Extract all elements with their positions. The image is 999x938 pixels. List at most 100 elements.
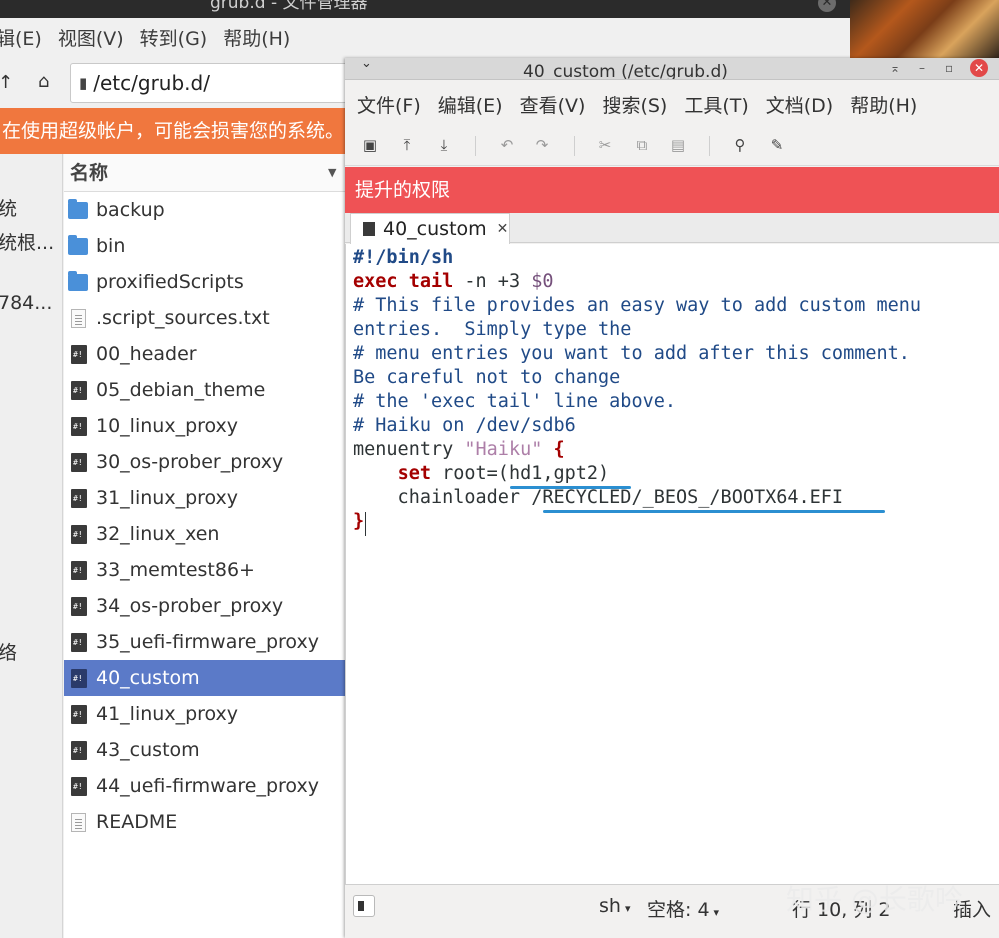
file-name: 10_linux_proxy bbox=[96, 415, 239, 437]
file-row[interactable]: backup bbox=[64, 192, 346, 228]
sidebar-item-2[interactable]: 统根... bbox=[0, 228, 54, 255]
download-icon[interactable]: ⤓ bbox=[434, 135, 454, 155]
search-icon[interactable]: ⚲ bbox=[730, 135, 750, 155]
redo-icon[interactable]: ↷ bbox=[532, 135, 552, 155]
script-file-icon bbox=[71, 524, 87, 544]
file-name: 33_memtest86+ bbox=[96, 559, 255, 581]
script-file-icon bbox=[71, 560, 87, 580]
menu-search[interactable]: 搜索(S) bbox=[602, 91, 667, 118]
file-name: 32_linux_xen bbox=[96, 523, 220, 545]
file-row[interactable]: 10_linux_proxy bbox=[64, 408, 346, 444]
file-row[interactable]: 41_linux_proxy bbox=[64, 696, 346, 732]
sort-down-icon: ▼ bbox=[328, 166, 337, 179]
up-arrow-icon[interactable]: ↑ bbox=[0, 72, 13, 93]
copy-icon[interactable]: ⧉ bbox=[632, 135, 652, 155]
folder-icon bbox=[68, 234, 88, 255]
code-editor[interactable]: #!/bin/sh exec tail -n +3 $0 # This file… bbox=[345, 244, 999, 884]
file-row[interactable]: bin bbox=[64, 228, 346, 264]
column-header-name[interactable]: 名称 ▼ bbox=[64, 154, 346, 192]
new-file-icon[interactable]: ▣ bbox=[360, 135, 380, 155]
file-name: bin bbox=[96, 235, 126, 257]
file-row[interactable]: 44_uefi-firmware_proxy bbox=[64, 768, 346, 804]
home-icon[interactable]: ⌂ bbox=[38, 71, 49, 92]
file-row[interactable]: 31_linux_proxy bbox=[64, 480, 346, 516]
text-editor-window: ⌄ 40_custom (/etc/grub.d) ⌅ – ▫ ✕ 文件(F) … bbox=[345, 58, 999, 938]
file-row[interactable]: 35_uefi-firmware_proxy bbox=[64, 624, 346, 660]
file-row[interactable]: 43_custom bbox=[64, 732, 346, 768]
menu-edit[interactable]: 辑(E) bbox=[0, 24, 50, 51]
file-name: 05_debian_theme bbox=[96, 379, 266, 401]
location-path: /etc/grub.d/ bbox=[93, 71, 210, 95]
code-line-9: chainloader /RECYCLED/_BEOS_/BOOTX64.EFI bbox=[353, 487, 844, 508]
root-underline-mark bbox=[510, 486, 631, 489]
menu-file[interactable]: 文件(F) bbox=[357, 91, 421, 118]
editor-toolbar: ▣ ⤒ ⤓ ↶ ↷ ✂ ⧉ ▤ ⚲ ✎ bbox=[345, 126, 999, 166]
upload-icon[interactable]: ⤒ bbox=[397, 135, 417, 155]
fm-sidebar: 统 统根... 784... 络 bbox=[0, 154, 63, 938]
file-name: backup bbox=[96, 199, 165, 221]
menu-documents[interactable]: 文档(D) bbox=[766, 91, 833, 118]
menu-view[interactable]: 查看(V) bbox=[520, 91, 586, 118]
undo-icon[interactable]: ↶ bbox=[497, 135, 517, 155]
find-replace-icon[interactable]: ✎ bbox=[767, 135, 787, 155]
menu-help[interactable]: 帮助(H) bbox=[215, 24, 298, 51]
paste-icon[interactable]: ▤ bbox=[668, 135, 688, 155]
caret-down-icon: ▾ bbox=[624, 902, 631, 915]
maximize-icon[interactable]: ▫ bbox=[945, 61, 953, 75]
toolbar-separator bbox=[475, 136, 476, 156]
script-file-icon bbox=[71, 416, 87, 436]
script-file-icon bbox=[71, 704, 87, 724]
file-name: 43_custom bbox=[96, 739, 200, 761]
close-icon[interactable]: ✕ bbox=[818, 0, 836, 12]
file-name: 40_custom bbox=[96, 667, 200, 689]
script-file-icon bbox=[71, 344, 87, 364]
folder-icon bbox=[68, 198, 88, 219]
text-file-icon bbox=[71, 812, 86, 832]
sidebar-item-3[interactable]: 784... bbox=[0, 292, 52, 314]
script-file-icon bbox=[71, 488, 87, 508]
code-line-6: # Haiku on /dev/sdb6 bbox=[353, 415, 576, 436]
file-row[interactable]: 32_linux_xen bbox=[64, 516, 346, 552]
chevron-down-icon[interactable]: ⌄ bbox=[361, 58, 372, 71]
watermark: 知乎 @长歌吟 bbox=[786, 883, 963, 916]
script-file-icon bbox=[71, 452, 87, 472]
elevated-privileges-bar: 提升的权限 bbox=[345, 167, 999, 213]
file-row[interactable]: README bbox=[64, 804, 346, 840]
location-bar[interactable]: ▮ /etc/grub.d/ bbox=[70, 63, 360, 103]
file-row[interactable]: 33_memtest86+ bbox=[64, 552, 346, 588]
close-icon[interactable]: ✕ bbox=[497, 221, 509, 237]
code-line-1: #!/bin/sh bbox=[353, 247, 454, 268]
side-panel-toggle-icon[interactable] bbox=[353, 895, 375, 917]
editor-titlebar: ⌄ 40_custom (/etc/grub.d) ⌅ – ▫ ✕ bbox=[345, 58, 999, 80]
sidebar-item-4[interactable]: 络 bbox=[0, 638, 17, 665]
file-row[interactable]: 00_header bbox=[64, 336, 346, 372]
file-row[interactable]: .script_sources.txt bbox=[64, 300, 346, 336]
file-name: 30_os-prober_proxy bbox=[96, 451, 284, 473]
file-row[interactable]: 30_os-prober_proxy bbox=[64, 444, 346, 480]
restore-icon[interactable]: ⌅ bbox=[890, 61, 900, 75]
file-name: README bbox=[96, 811, 178, 833]
tab-40-custom[interactable]: 40_custom ✕ bbox=[350, 213, 510, 244]
file-row[interactable]: 05_debian_theme bbox=[64, 372, 346, 408]
language-selector[interactable]: sh ▾ bbox=[599, 895, 630, 917]
menu-go[interactable]: 转到(G) bbox=[132, 24, 216, 51]
menu-tools[interactable]: 工具(T) bbox=[684, 91, 748, 118]
fm-menubar: 辑(E) 视图(V) 转到(G) 帮助(H) bbox=[0, 18, 850, 56]
toolbar-separator bbox=[709, 136, 710, 156]
menu-help[interactable]: 帮助(H) bbox=[850, 91, 917, 118]
drive-icon: ▮ bbox=[79, 74, 88, 92]
indent-selector[interactable]: 空格: 4 ▾ bbox=[647, 895, 719, 922]
file-name: .script_sources.txt bbox=[96, 307, 270, 329]
file-name: 35_uefi-firmware_proxy bbox=[96, 631, 319, 653]
file-row[interactable]: 40_custom bbox=[64, 660, 346, 696]
close-icon[interactable]: ✕ bbox=[970, 59, 988, 77]
cut-icon[interactable]: ✂ bbox=[595, 135, 615, 155]
file-row[interactable]: 34_os-prober_proxy bbox=[64, 588, 346, 624]
code-line-3-wrap: entries. Simply type the bbox=[353, 319, 632, 340]
file-name: 44_uefi-firmware_proxy bbox=[96, 775, 319, 797]
minimize-icon[interactable]: – bbox=[919, 61, 925, 75]
sidebar-item-1[interactable]: 统 bbox=[0, 194, 17, 221]
file-row[interactable]: proxifiedScripts bbox=[64, 264, 346, 300]
menu-view[interactable]: 视图(V) bbox=[50, 24, 132, 51]
menu-edit[interactable]: 编辑(E) bbox=[438, 91, 503, 118]
